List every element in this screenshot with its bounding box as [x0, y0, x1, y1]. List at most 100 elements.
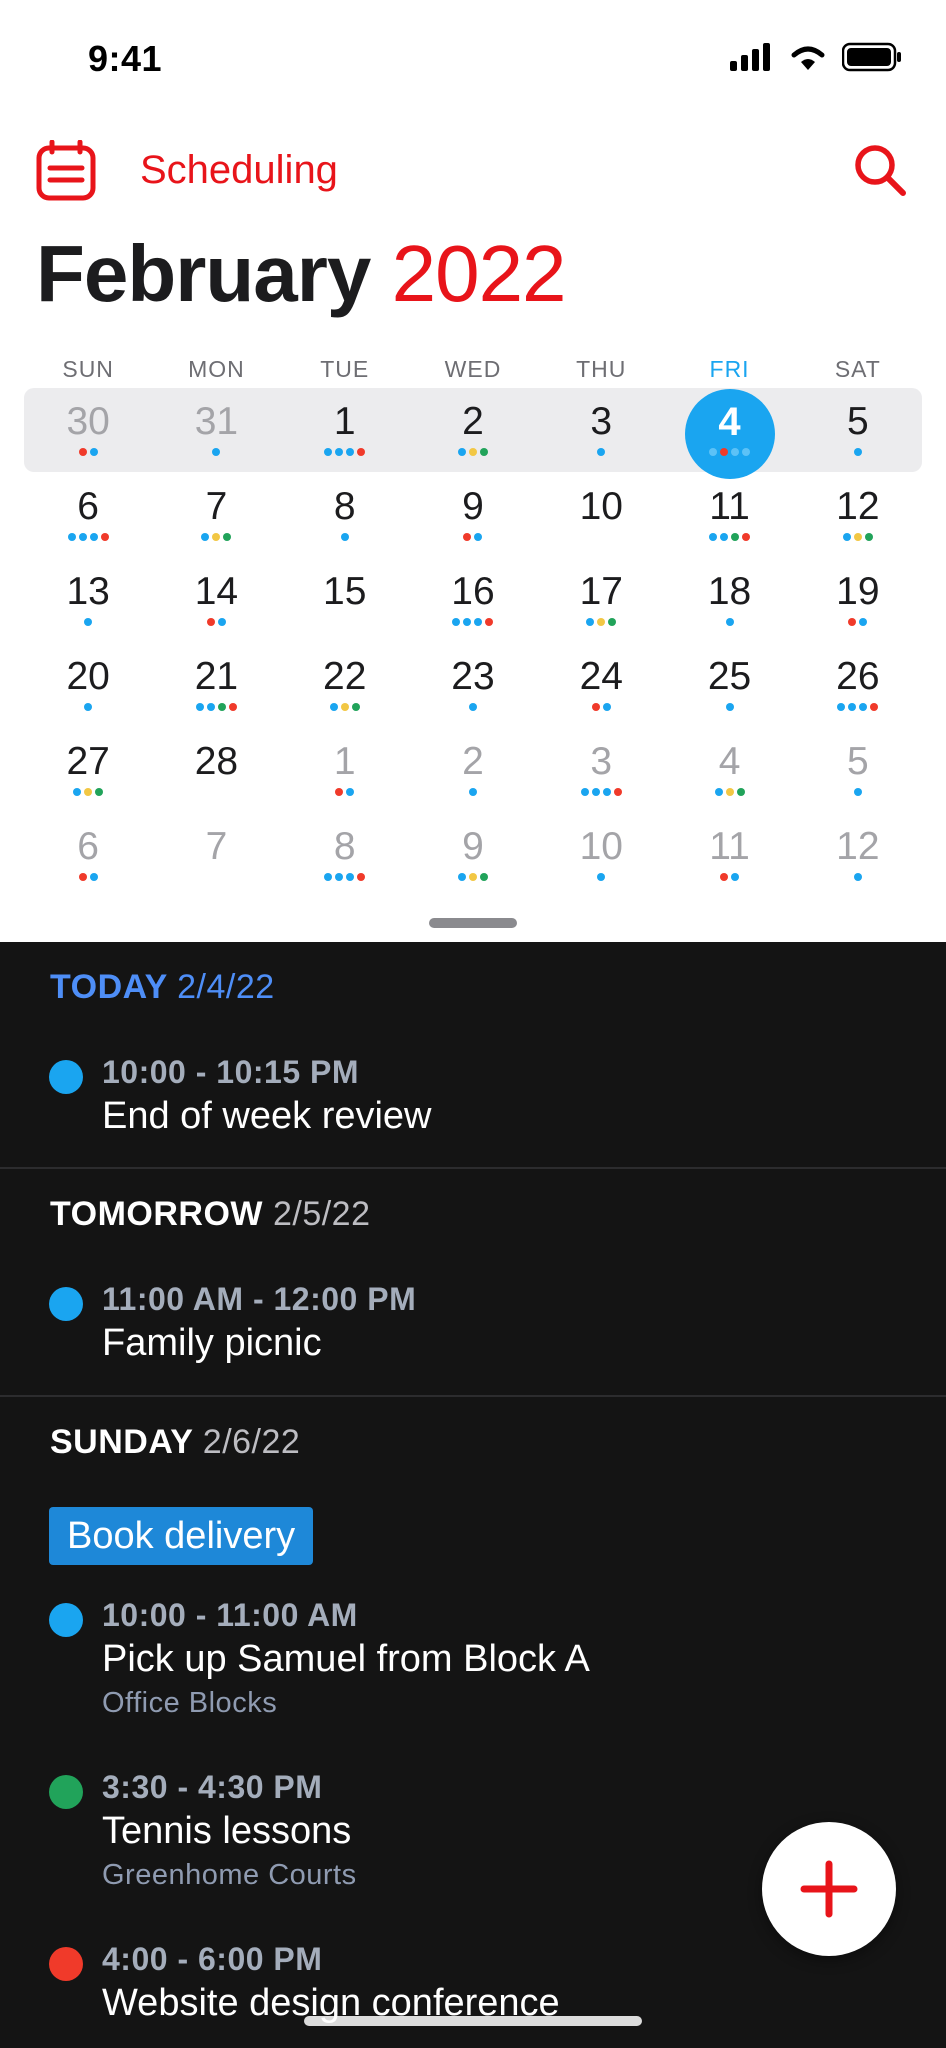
all-day-event[interactable]: Book delivery: [49, 1507, 314, 1565]
calendar-day-today[interactable]: 4: [665, 388, 793, 479]
drag-handle[interactable]: [429, 918, 517, 928]
event-dot: [324, 448, 333, 456]
calendar-day[interactable]: 21: [152, 643, 280, 728]
calendar-day[interactable]: 10: [537, 813, 665, 898]
calendar-day[interactable]: 30: [24, 388, 152, 473]
search-button[interactable]: [852, 142, 908, 198]
event-dot: [324, 873, 333, 881]
calendar-day[interactable]: 12: [794, 473, 922, 558]
calendar-day[interactable]: 31: [152, 388, 280, 473]
event-item[interactable]: 10:00 - 10:15 PM End of week review: [0, 1054, 432, 1138]
calendar-day[interactable]: 11: [665, 473, 793, 558]
event-dot: [479, 873, 488, 881]
calendar-week-row: 30 31 1 2 3 4 5: [24, 388, 922, 479]
calendar-day[interactable]: 22: [281, 643, 409, 728]
event-item[interactable]: 10:00 - 11:00 AM Pick up Samuel from Blo…: [0, 1597, 590, 1720]
calendar-day[interactable]: 15: [281, 558, 409, 643]
calendar-day[interactable]: 1: [281, 388, 409, 473]
day-number: 30: [66, 400, 110, 443]
month-grid: 30 31 1 2 3 4 5 6 7 8 9 10 11 12 13 14 15 16 17 18 19 20 21 22 2…: [24, 388, 922, 898]
day-number: 28: [194, 740, 239, 783]
event-item[interactable]: 3:30 - 4:30 PM Tennis lessons Greenhome …: [0, 1769, 357, 1892]
day-number: 3: [590, 400, 613, 443]
event-indicator-dots: [794, 448, 922, 456]
day-number: 12: [836, 825, 880, 868]
event-indicator-dots: [281, 448, 409, 456]
event-dot: [78, 873, 87, 881]
day-number: 9: [462, 825, 484, 868]
calendar-day[interactable]: 24: [537, 643, 665, 728]
day-number: 14: [194, 570, 239, 613]
calendar-day[interactable]: 27: [24, 728, 152, 813]
event-dot: [346, 448, 355, 456]
event-dot: [468, 703, 477, 711]
calendar-day[interactable]: 17: [537, 558, 665, 643]
calendar-day[interactable]: 9: [409, 813, 537, 898]
status-icons: [730, 42, 902, 72]
add-event-button[interactable]: [762, 1822, 896, 1956]
calendar-day[interactable]: 13: [24, 558, 152, 643]
calendar-day[interactable]: 23: [409, 643, 537, 728]
event-dot: [463, 533, 472, 541]
calendar-day[interactable]: 26: [794, 643, 922, 728]
agenda-section-today: TODAY 2/4/22 10:00 - 10:15 PM End of wee…: [0, 942, 946, 1169]
section-header-sunday: SUNDAY 2/6/22: [0, 1423, 300, 1462]
calendar-day[interactable]: 12: [794, 813, 922, 898]
calendar-day[interactable]: 5: [794, 728, 922, 813]
event-dot: [853, 533, 862, 541]
event-indicator-dots: [665, 533, 793, 541]
event-time: 10:00 - 11:00 AM: [102, 1597, 358, 1633]
day-number: 12: [836, 485, 880, 528]
calendar-menu-button[interactable]: [36, 139, 96, 202]
event-time: 3:30 - 4:30 PM: [102, 1769, 323, 1805]
event-indicator-dots: [665, 873, 793, 881]
event-item[interactable]: 11:00 AM - 12:00 PM Family picnic: [0, 1281, 416, 1365]
day-number: 19: [836, 570, 880, 613]
day-number: 5: [846, 740, 869, 783]
weekday-header: SUN MON TUE WED THU FRI SAT: [24, 356, 922, 388]
event-item[interactable]: 4:00 - 6:00 PM Website design conference: [0, 1941, 560, 2025]
calendar-day[interactable]: 1: [281, 728, 409, 813]
calendar-day[interactable]: 6: [24, 473, 152, 558]
calendar-day[interactable]: 9: [409, 473, 537, 558]
event-dot: [463, 618, 472, 626]
day-number: 11: [709, 825, 750, 868]
calendar-day[interactable]: 25: [665, 643, 793, 728]
event-dot: [474, 533, 483, 541]
event-dot: [84, 703, 93, 711]
day-number: 8: [333, 825, 356, 868]
day-number: 18: [707, 570, 752, 613]
calendar-day[interactable]: 14: [152, 558, 280, 643]
day-number: 27: [66, 740, 110, 783]
day-number: 2: [462, 740, 484, 783]
calendar-day[interactable]: 7: [152, 813, 280, 898]
calendar-day[interactable]: 10: [537, 473, 665, 558]
calendar-set-title[interactable]: Scheduling: [140, 148, 338, 193]
event-dot: [731, 533, 740, 541]
calendar-day[interactable]: 2: [409, 388, 537, 473]
calendar-day[interactable]: 8: [281, 473, 409, 558]
calendar-day[interactable]: 5: [794, 388, 922, 473]
calendar-day[interactable]: 28: [152, 728, 280, 813]
calendar-day[interactable]: 7: [152, 473, 280, 558]
calendar-day[interactable]: 3: [537, 728, 665, 813]
calendar-day[interactable]: 2: [409, 728, 537, 813]
event-dot: [217, 618, 226, 626]
calendar-day[interactable]: 8: [281, 813, 409, 898]
calendar-day[interactable]: 16: [409, 558, 537, 643]
calendar-day[interactable]: 18: [665, 558, 793, 643]
home-indicator[interactable]: [304, 2016, 642, 2026]
event-dot: [602, 703, 611, 711]
event-dot: [853, 448, 862, 456]
month-title[interactable]: February 2022: [36, 228, 567, 320]
calendar-day[interactable]: 11: [665, 813, 793, 898]
calendar-day[interactable]: 20: [24, 643, 152, 728]
event-dot: [731, 448, 740, 456]
calendar-day[interactable]: 3: [537, 388, 665, 473]
calendar-day[interactable]: 6: [24, 813, 152, 898]
section-header-tomorrow: TOMORROW 2/5/22: [0, 1195, 371, 1234]
calendar-day[interactable]: 19: [794, 558, 922, 643]
calendar-day[interactable]: 4: [665, 728, 793, 813]
event-dot: [742, 448, 751, 456]
status-bar: 9:41: [0, 0, 946, 120]
